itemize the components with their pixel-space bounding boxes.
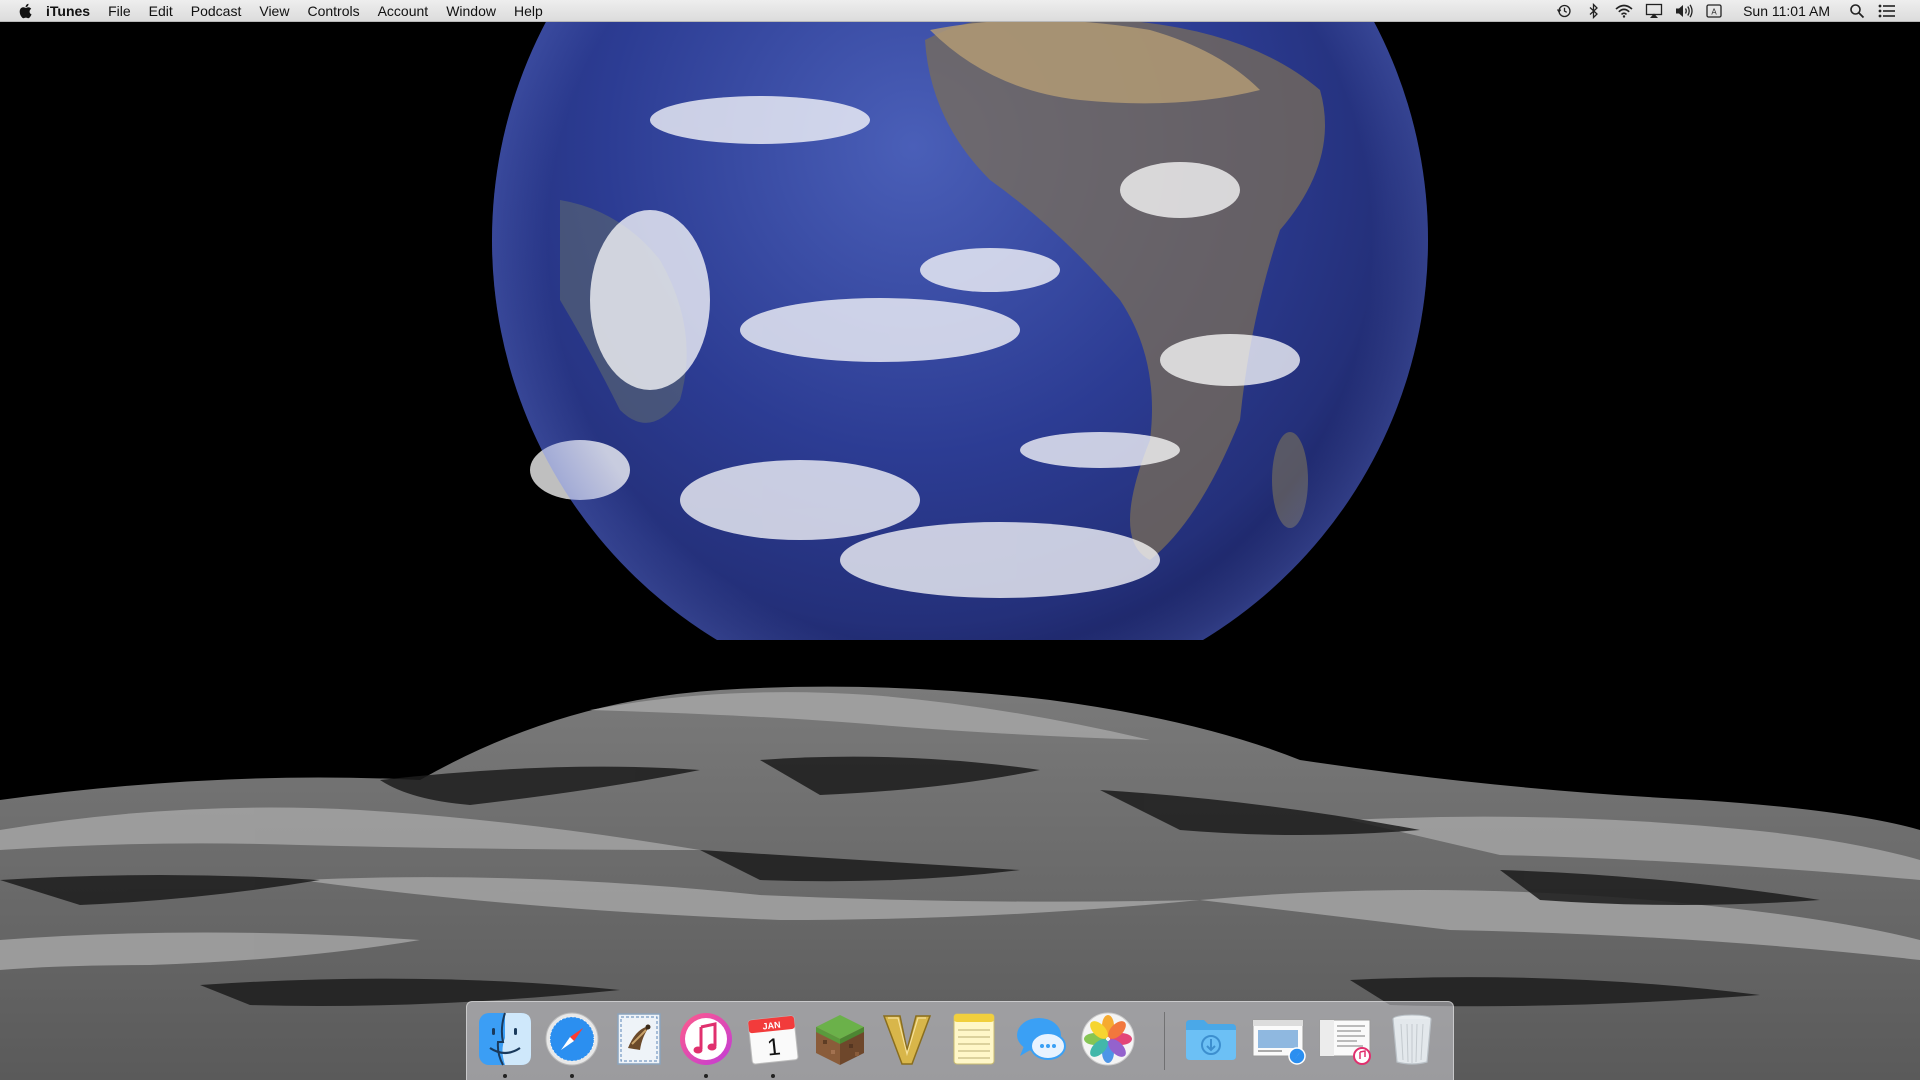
dock-calendar[interactable]: JAN 1 [744,1010,802,1068]
safari-icon [545,1012,599,1066]
itunes-running-indicator [704,1074,708,1078]
airplay-icon[interactable] [1644,1,1664,21]
messages-icon [1017,1018,1066,1060]
dock-vim[interactable] [878,1010,936,1068]
dock-minecraft[interactable] [811,1010,869,1068]
dock-mail[interactable] [610,1010,668,1068]
calendar-running-indicator [771,1074,775,1078]
trash-icon [1392,1014,1432,1065]
finder-running-indicator [503,1074,507,1078]
menu-podcast[interactable]: Podcast [182,0,251,22]
spotlight-icon[interactable] [1847,1,1867,21]
dock-downloads-stack[interactable] [1182,1010,1240,1068]
mail-icon [617,1013,661,1065]
calendar-day-label: 1 [766,1033,782,1061]
dock-messages[interactable] [1012,1010,1070,1068]
dock-itunes-document[interactable] [1316,1010,1374,1068]
dock-safari[interactable] [543,1010,601,1068]
notes-icon [953,1013,995,1065]
menu-app-name[interactable]: iTunes [34,0,99,22]
dock-notes[interactable] [945,1010,1003,1068]
dock-itunes[interactable] [677,1010,735,1068]
bluetooth-icon[interactable] [1584,1,1604,21]
menu-view[interactable]: View [250,0,298,22]
calendar-icon: JAN 1 [747,1015,799,1065]
dock-safari-document[interactable] [1249,1010,1307,1068]
menu-file[interactable]: File [99,0,140,22]
safari-running-indicator [570,1074,574,1078]
svg-text:A: A [1711,7,1717,16]
photos-icon [1081,1012,1135,1066]
menu-window[interactable]: Window [437,0,505,22]
volume-icon[interactable] [1674,1,1694,21]
safari-document-icon [1252,1019,1306,1065]
menu-edit[interactable]: Edit [140,0,182,22]
menu-account[interactable]: Account [369,0,438,22]
desktop: iTunes File Edit Podcast View Controls A… [0,0,1920,1080]
menu-bar-left: iTunes File Edit Podcast View Controls A… [0,0,552,22]
apple-menu-icon[interactable] [18,2,34,20]
dock-photos[interactable] [1079,1010,1137,1068]
itunes-icon [680,1013,732,1065]
dock-separator [1164,1012,1165,1070]
minecraft-icon [816,1015,864,1065]
downloads-folder-icon [1186,1020,1236,1060]
dock-finder[interactable] [476,1010,534,1068]
calendar-month-label: JAN [762,1020,781,1032]
input-source-icon[interactable]: A [1704,1,1724,21]
wifi-icon[interactable] [1614,1,1634,21]
menu-bar-status-area: A Sun 11:01 AM [1549,0,1920,22]
vim-icon [882,1015,932,1065]
wallpaper-earthrise [0,0,1920,1080]
menu-bar: iTunes File Edit Podcast View Controls A… [0,0,1920,22]
finder-icon [479,1012,531,1066]
itunes-document-icon [1319,1019,1371,1065]
notification-center-icon[interactable] [1877,1,1897,21]
menu-controls[interactable]: Controls [298,0,368,22]
menu-bar-clock[interactable]: Sun 11:01 AM [1743,3,1830,19]
menu-help[interactable]: Help [505,0,552,22]
dock: JAN 1 [466,1001,1454,1080]
dock-trash[interactable] [1383,1010,1441,1068]
time-machine-icon[interactable] [1554,1,1574,21]
